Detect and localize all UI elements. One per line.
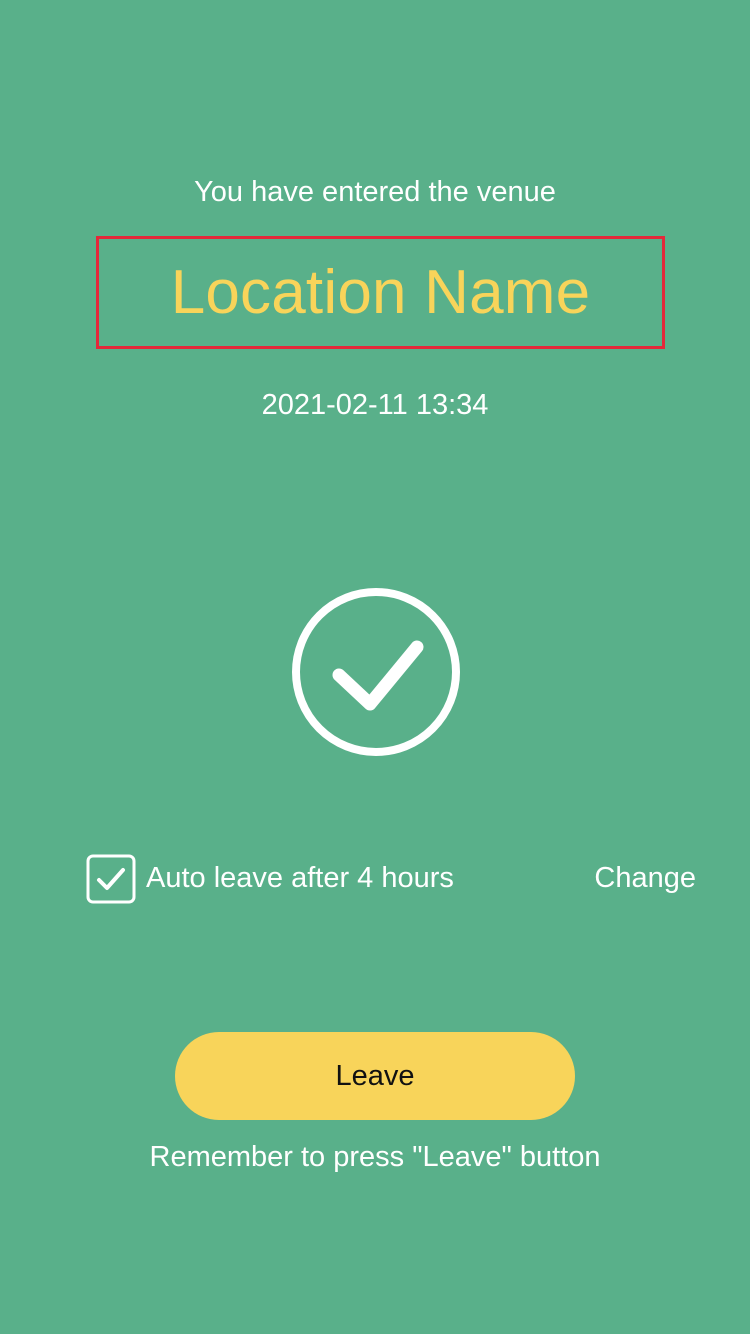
location-name: Location Name xyxy=(170,257,591,327)
auto-leave-row: Auto leave after 4 hours Change xyxy=(86,853,696,905)
venue-checkin-screen: You have entered the venue Location Name… xyxy=(0,0,750,1334)
entered-venue-text: You have entered the venue xyxy=(194,176,556,208)
check-circle-icon xyxy=(292,588,460,756)
auto-leave-checkbox[interactable] xyxy=(86,854,136,904)
leave-button[interactable]: Leave xyxy=(175,1032,575,1120)
change-auto-leave-link[interactable]: Change xyxy=(594,853,696,903)
location-name-highlight-box: Location Name xyxy=(96,236,665,349)
leave-reminder-text: Remember to press "Leave" button xyxy=(149,1141,601,1173)
checkbox-checked-icon xyxy=(86,854,136,904)
auto-leave-label: Auto leave after 4 hours xyxy=(146,862,454,894)
checkin-datetime: 2021-02-11 13:34 xyxy=(261,389,489,421)
